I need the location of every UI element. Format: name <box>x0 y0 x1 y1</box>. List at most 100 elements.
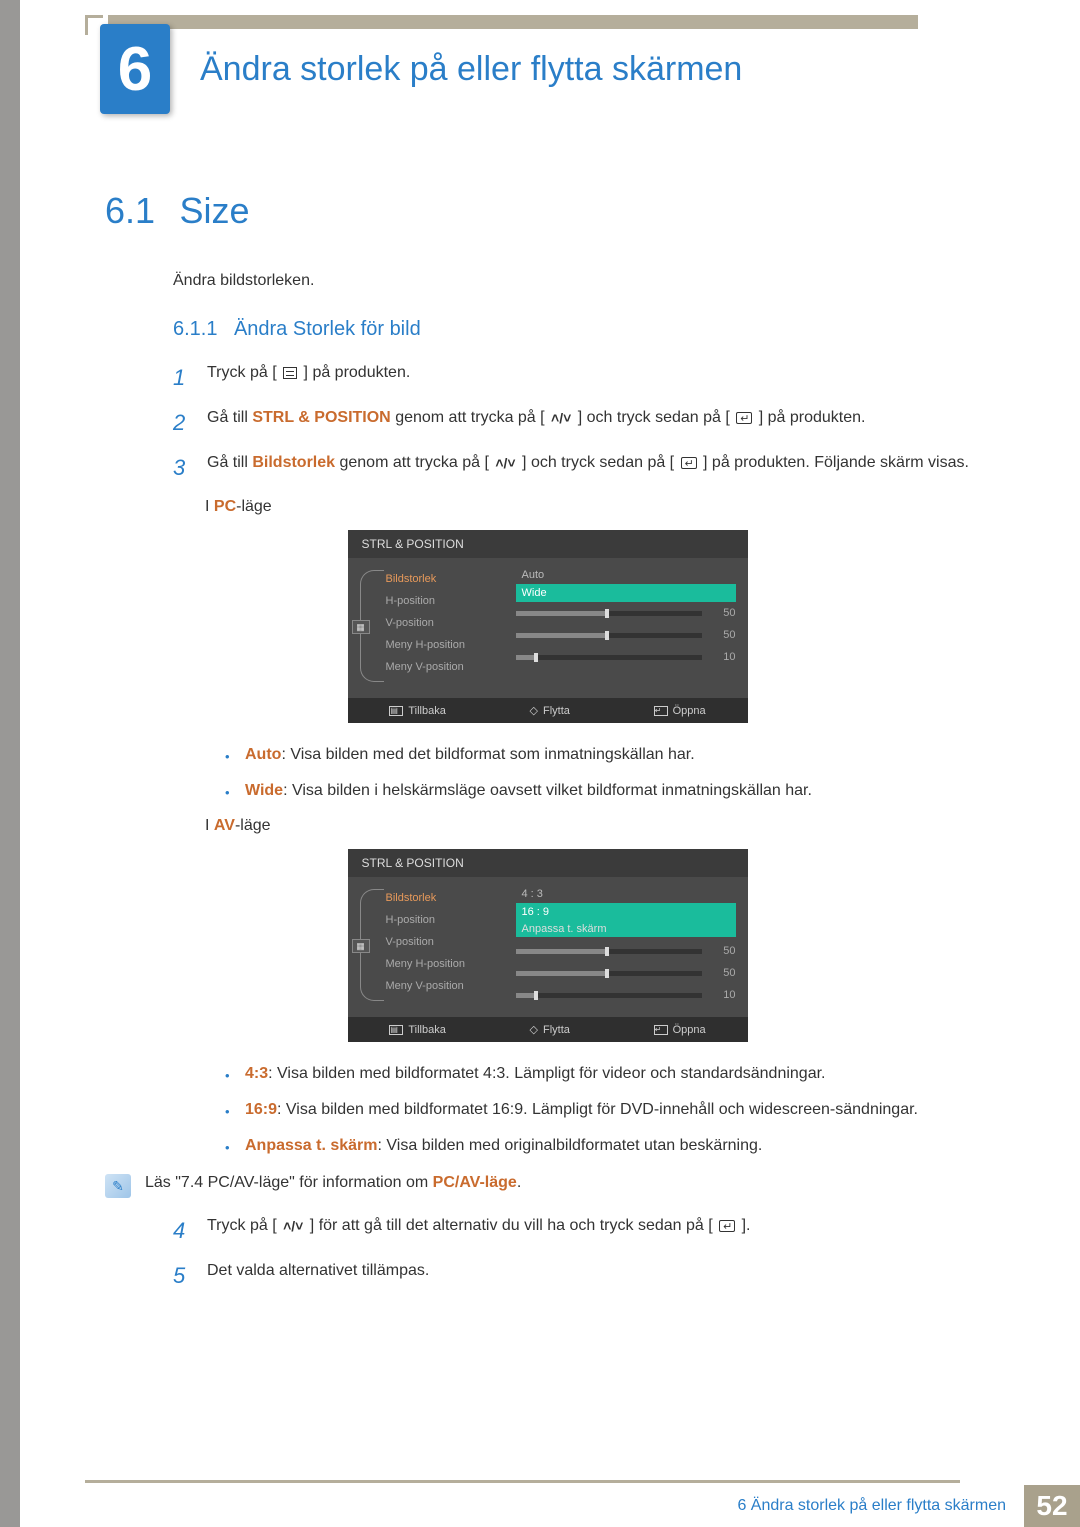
text: genom att trycka på [ <box>395 409 544 426</box>
step-number: 4 <box>173 1214 191 1247</box>
list-item: Wide: Visa bilden i helskärmsläge oavset… <box>225 779 990 803</box>
text: : Visa bilden med bildformatet 4:3. Lämp… <box>268 1065 825 1082</box>
osd-slider-row: 50 <box>516 624 736 646</box>
slider-value: 50 <box>710 945 736 957</box>
osd-menu: Bildstorlek H-position V-position Meny H… <box>386 885 508 997</box>
text: ]. <box>742 1217 751 1234</box>
step-4: 4 Tryck på [ ˄/˅ ] för att gå till det a… <box>173 1214 990 1247</box>
emphasis: 4:3 <box>245 1065 268 1082</box>
bullets-av: 4:3: Visa bilden med bildformatet 4:3. L… <box>225 1062 990 1158</box>
osd-menu-item: Bildstorlek <box>386 568 508 590</box>
mode-av-label: I AV-läge <box>205 817 990 835</box>
emphasis: Auto <box>245 746 281 763</box>
step-2: 2 Gå till STRL & POSITION genom att tryc… <box>173 406 990 439</box>
emphasis: PC/AV-läge <box>433 1174 517 1191</box>
section-number: 6.1 <box>105 190 155 232</box>
grid-icon: ▦ <box>352 939 370 953</box>
step-body: Tryck på [ ˄/˅ ] för att gå till det alt… <box>207 1214 990 1247</box>
slider-value: 10 <box>710 989 736 1001</box>
footer-decoration <box>85 1480 960 1483</box>
text: I <box>205 498 214 515</box>
text: I <box>205 817 214 834</box>
osd-option: 4 : 3 <box>516 885 736 903</box>
osd-slider-row: 10 <box>516 646 736 668</box>
text: Tryck på [ <box>207 1217 277 1234</box>
subsection-heading: 6.1.1 Ändra Storlek för bild <box>173 318 990 341</box>
osd-footer-move: ◇Flytta <box>530 704 570 717</box>
osd-av: STRL & POSITION ▦ Bildstorlek H-position… <box>348 849 748 1042</box>
content: 6.1 Size Ändra bildstorleken. 6.1.1 Ändr… <box>0 0 1080 1292</box>
text: ] på produkten. <box>759 409 866 426</box>
grid-icon: ▦ <box>352 620 370 634</box>
menu-icon: ▤ <box>389 1025 403 1035</box>
text: Läs "7.4 PC/AV-läge" för information om <box>145 1174 433 1191</box>
step-body: Gå till Bildstorlek genom att trycka på … <box>207 451 990 484</box>
emphasis: Anpassa t. skärm <box>245 1137 378 1154</box>
text: genom att trycka på [ <box>339 454 488 471</box>
osd-menu: Bildstorlek H-position V-position Meny H… <box>386 566 508 678</box>
menu-icon <box>281 361 299 385</box>
note-icon: ✎ <box>105 1174 131 1198</box>
osd-body: ▦ Bildstorlek H-position V-position Meny… <box>348 877 748 1017</box>
slider-value: 50 <box>710 607 736 619</box>
osd-values-column: Auto Wide 50 50 10 <box>516 566 736 688</box>
osd-menu-column: ▦ Bildstorlek H-position V-position Meny… <box>358 885 508 1007</box>
text: . <box>517 1174 521 1191</box>
list-item: Auto: Visa bilden med det bildformat som… <box>225 743 990 767</box>
step-number: 1 <box>173 361 191 394</box>
enter-icon: ↵ <box>654 1025 668 1035</box>
text: Gå till <box>207 409 252 426</box>
page-footer: 6 Ändra storlek på eller flytta skärmen … <box>20 1485 1080 1527</box>
slider-value: 50 <box>710 629 736 641</box>
osd-footer-open: ↵Öppna <box>654 1023 706 1036</box>
osd-menu-item: Meny H-position <box>386 953 508 975</box>
enter-icon <box>717 1214 737 1238</box>
osd-title: STRL & POSITION <box>348 530 748 558</box>
section-heading: 6.1 Size <box>105 190 990 232</box>
emphasis: 16:9 <box>245 1101 277 1118</box>
emphasis: Bildstorlek <box>252 454 335 471</box>
osd-menu-item: Meny V-position <box>386 656 508 678</box>
emphasis: PC <box>214 498 236 515</box>
text: : Visa bilden med originalbildformatet u… <box>378 1137 763 1154</box>
osd-option-selected: 16 : 9 <box>516 903 736 921</box>
osd-footer-back: ▤Tillbaka <box>389 704 446 717</box>
osd-option-selected: Wide <box>516 584 736 602</box>
note: ✎ Läs "7.4 PC/AV-läge" för information o… <box>105 1174 990 1198</box>
step-body: Tryck på [ ] på produkten. <box>207 361 990 394</box>
mode-pc-label: I PC-läge <box>205 498 990 516</box>
osd-slider-row: 10 <box>516 984 736 1006</box>
osd-footer-open: ↵Öppna <box>654 704 706 717</box>
updown-icon: ˄/˅ <box>493 453 517 474</box>
text: : Visa bilden med bildformatet 16:9. Läm… <box>277 1101 918 1118</box>
bullets-pc: Auto: Visa bilden med det bildformat som… <box>225 743 990 803</box>
osd-menu-item: V-position <box>386 931 508 953</box>
text: -läge <box>235 817 271 834</box>
step-1: 1 Tryck på [ ] på produkten. <box>173 361 990 394</box>
section-intro: Ändra bildstorleken. <box>173 272 990 290</box>
list-item: 4:3: Visa bilden med bildformatet 4:3. L… <box>225 1062 990 1086</box>
text: ] på produkten. Följande skärm visas. <box>703 454 969 471</box>
enter-icon <box>734 406 754 430</box>
step-3: 3 Gå till Bildstorlek genom att trycka p… <box>173 451 990 484</box>
note-text: Läs "7.4 PC/AV-läge" för information om … <box>145 1174 521 1198</box>
step-number: 5 <box>173 1259 191 1292</box>
text: ] på produkten. <box>304 364 411 381</box>
step-5: 5 Det valda alternativet tillämpas. <box>173 1259 990 1292</box>
step-number: 3 <box>173 451 191 484</box>
text: : Visa bilden med det bildformat som inm… <box>281 746 694 763</box>
chapter-title: Ändra storlek på eller flytta skärmen <box>200 50 742 89</box>
osd-menu-item: H-position <box>386 590 508 612</box>
osd-footer-back: ▤Tillbaka <box>389 1023 446 1036</box>
slider-value: 50 <box>710 967 736 979</box>
enter-icon: ↵ <box>654 706 668 716</box>
chapter-number-badge: 6 <box>100 24 170 114</box>
osd-option: Anpassa t. skärm <box>516 921 736 937</box>
updown-icon: ˄/˅ <box>281 1216 305 1237</box>
osd-menu-item: Meny H-position <box>386 634 508 656</box>
list-item: 16:9: Visa bilden med bildformatet 16:9.… <box>225 1098 990 1122</box>
osd-menu-item: V-position <box>386 612 508 634</box>
updown-icon: ˄/˅ <box>549 408 573 429</box>
diamond-icon: ◇ <box>530 1023 538 1036</box>
osd-option: Auto <box>516 566 736 584</box>
